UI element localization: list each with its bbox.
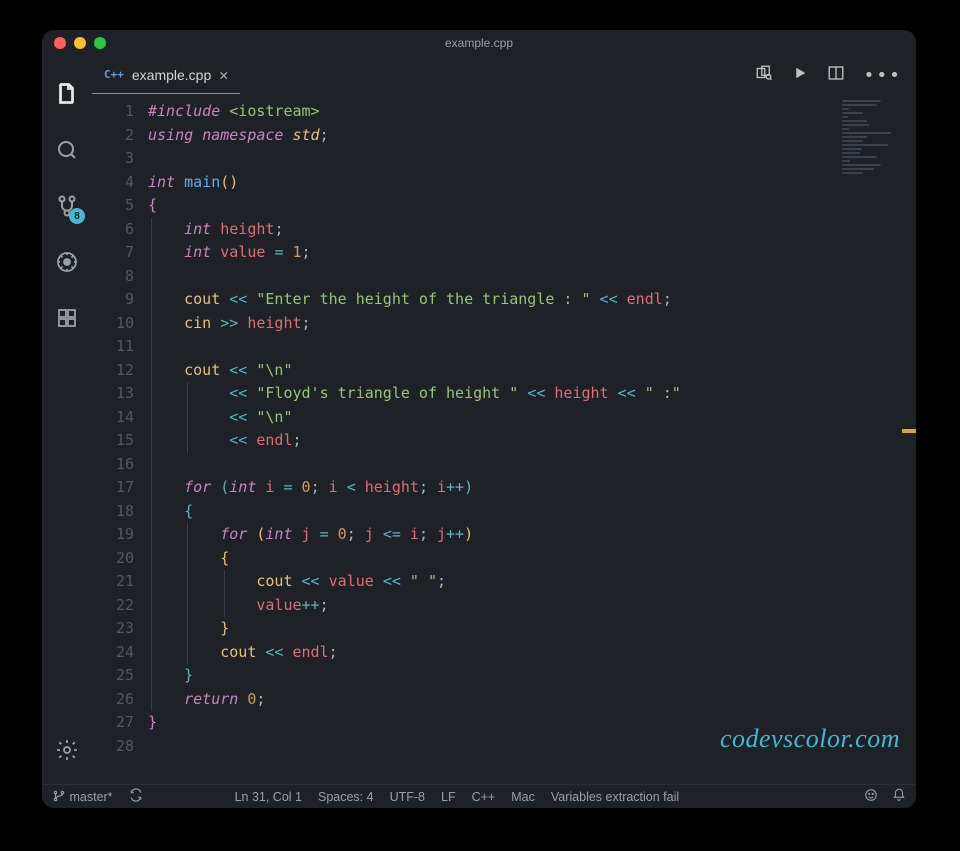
language-mode[interactable]: C++ <box>472 790 496 804</box>
code-line[interactable]: << "\n" <box>148 406 916 430</box>
code-line[interactable]: { <box>148 500 916 524</box>
git-branch[interactable]: master* <box>52 789 113 804</box>
code-line[interactable]: int value = 1; <box>148 241 916 265</box>
code-line[interactable]: for (int i = 0; i < height; i++) <box>148 476 916 500</box>
search-icon[interactable] <box>53 136 81 164</box>
code-line[interactable]: << "Floyd's triangle of height " << heig… <box>148 382 916 406</box>
tab-example-cpp[interactable]: C++ example.cpp ✕ <box>92 56 240 94</box>
code-line[interactable]: << endl; <box>148 429 916 453</box>
extensions-icon[interactable] <box>53 304 81 332</box>
split-editor-icon[interactable] <box>827 64 845 86</box>
code-line[interactable]: value++; <box>148 594 916 618</box>
sync-icon[interactable] <box>129 788 143 805</box>
tab-lang-badge: C++ <box>104 68 124 81</box>
minimap[interactable] <box>842 100 912 180</box>
code-line[interactable]: cout << "\n" <box>148 359 916 383</box>
code-line[interactable]: } <box>148 617 916 641</box>
feedback-icon[interactable] <box>864 788 878 805</box>
scm-badge: 8 <box>69 208 85 224</box>
titlebar: example.cpp <box>42 30 916 56</box>
settings-gear-icon[interactable] <box>53 736 81 764</box>
tab-filename: example.cpp <box>132 67 211 83</box>
encoding[interactable]: UTF-8 <box>390 790 425 804</box>
line-number-gutter: 1234567891011121314151617181920212223242… <box>92 94 148 784</box>
editor-area: C++ example.cpp ✕ ••• <box>92 56 916 784</box>
code-line[interactable]: cin >> height; <box>148 312 916 336</box>
debug-icon[interactable] <box>53 248 81 276</box>
code-line[interactable]: cout << endl; <box>148 641 916 665</box>
editor-body[interactable]: 1234567891011121314151617181920212223242… <box>92 94 916 784</box>
code-line[interactable] <box>148 453 916 477</box>
cursor-position[interactable]: Ln 31, Col 1 <box>235 790 302 804</box>
os-indicator[interactable]: Mac <box>511 790 535 804</box>
code-line[interactable]: cout << value << " "; <box>148 570 916 594</box>
eol[interactable]: LF <box>441 790 456 804</box>
editor-window: example.cpp 8 <box>42 30 916 808</box>
code-line[interactable]: { <box>148 547 916 571</box>
more-actions-icon[interactable]: ••• <box>863 65 902 86</box>
code-area[interactable]: #include <iostream>using namespace std; … <box>148 94 916 784</box>
compare-icon[interactable] <box>755 64 773 86</box>
explorer-icon[interactable] <box>53 80 81 108</box>
status-bar: master* Ln 31, Col 1 Spaces: 4 UTF-8 LF … <box>42 784 916 808</box>
code-line[interactable] <box>148 335 916 359</box>
code-line[interactable]: { <box>148 194 916 218</box>
status-message[interactable]: Variables extraction fail <box>551 790 679 804</box>
activity-bar: 8 <box>42 56 92 784</box>
close-tab-icon[interactable]: ✕ <box>219 66 228 84</box>
watermark: codevscolor.com <box>720 724 900 754</box>
tab-bar: C++ example.cpp ✕ ••• <box>92 56 916 94</box>
code-line[interactable]: cout << "Enter the height of the triangl… <box>148 288 916 312</box>
code-line[interactable]: int height; <box>148 218 916 242</box>
code-line[interactable]: return 0; <box>148 688 916 712</box>
window-title: example.cpp <box>42 36 916 50</box>
indentation[interactable]: Spaces: 4 <box>318 790 374 804</box>
code-line[interactable]: using namespace std; <box>148 124 916 148</box>
code-line[interactable]: #include <iostream> <box>148 100 916 124</box>
overview-ruler-marker[interactable] <box>902 429 916 433</box>
notifications-icon[interactable] <box>892 788 906 805</box>
run-icon[interactable] <box>791 64 809 86</box>
code-line[interactable] <box>148 147 916 171</box>
code-line[interactable]: for (int j = 0; j <= i; j++) <box>148 523 916 547</box>
code-line[interactable]: } <box>148 664 916 688</box>
code-line[interactable]: int main() <box>148 171 916 195</box>
code-line[interactable] <box>148 265 916 289</box>
editor-actions: ••• <box>755 56 916 94</box>
source-control-icon[interactable]: 8 <box>53 192 81 220</box>
